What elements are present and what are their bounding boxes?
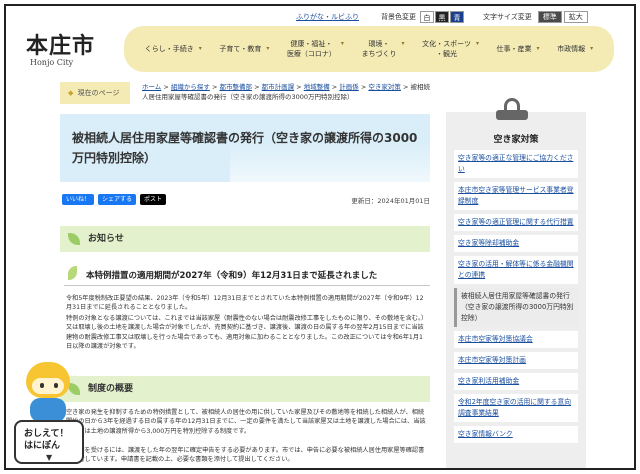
overview-heading: 制度の概要 <box>60 376 430 402</box>
page-frame: 本庄市 Honjo City ふりがな・ルビふり 背景色変更 白 黒 青 文字サ… <box>4 4 636 470</box>
breadcrumb-link[interactable]: 都市整備部 <box>220 83 253 91</box>
overview-paragraph-1: 空き家の発生を抑制するための特例措置として、被相続人の居住の用に供していた家屋及… <box>66 409 426 435</box>
facebook-like-button[interactable]: いいね！ <box>62 194 95 205</box>
bg-black-button[interactable]: 黒 <box>435 11 449 23</box>
font-standard-button[interactable]: 標準 <box>537 11 562 23</box>
sidebar-item[interactable]: 本庄市空家等対策協議会 <box>454 331 578 348</box>
sidebar-item[interactable]: 空き家情報バンク <box>454 426 578 443</box>
nav-item-health[interactable]: 健康・福祉・ 医療（コロナ） <box>287 39 344 59</box>
updated-date: 更新日：2024年01月01日 <box>351 197 430 205</box>
breadcrumb-link[interactable]: ホーム <box>142 83 161 91</box>
leaf-icon <box>68 266 77 280</box>
bubble-line-2: はにぽん <box>24 441 61 451</box>
social-buttons: いいね！ シェアする ポスト <box>62 194 167 205</box>
bg-white-button[interactable]: 白 <box>420 11 434 23</box>
sidebar-item[interactable]: 本庄市空家等対策計画 <box>454 352 578 369</box>
notice-paragraph-1: 令和5年度税制改正要望の結果、2023年（令和5年）12月31日までとされていた… <box>66 295 424 312</box>
x-post-button[interactable]: ポスト <box>140 194 167 205</box>
pin-icon: ◆ <box>68 89 74 97</box>
current-page-label: 現在のページ <box>77 89 120 97</box>
notice-heading: お知らせ <box>60 226 430 252</box>
nav-item-environment[interactable]: 環境・ まちづくり <box>362 39 405 59</box>
breadcrumb-link[interactable]: 空き家対策 <box>368 83 401 91</box>
sidebar-item[interactable]: 空き家等除却補助金 <box>454 235 578 252</box>
mascot-haniponn[interactable] <box>12 358 82 428</box>
furigana-link[interactable]: ふりがな・ルビふり <box>296 12 359 22</box>
notice-paragraph-2: 特例の対象となる譲渡については、これまでは当該家屋（耐震性のない場合は耐震改修工… <box>66 315 428 351</box>
notice-subheading-text: 本特例措置の適用期間が2027年（令和9）年12月31日まで延長されました <box>86 271 378 281</box>
bg-blue-button[interactable]: 青 <box>450 11 464 23</box>
notice-subheading: 本特例措置の適用期間が2027年（令和9）年12月31日まで延長されました <box>64 264 430 286</box>
sidebar-item[interactable]: 空き家等の適正な管理にご協力ください <box>454 150 578 178</box>
site-header: 本庄市 Honjo City ふりがな・ルビふり 背景色変更 白 黒 青 文字サ… <box>6 6 634 78</box>
leaf-icon <box>68 233 80 245</box>
facebook-share-button[interactable]: シェアする <box>98 194 137 205</box>
sidebar-list: 空き家等の適正な管理にご協力ください 本庄市空き家等管理サービス事業者登録制度 … <box>454 150 578 447</box>
bg-color-label: 背景色変更 <box>381 13 416 21</box>
sidebar-item[interactable]: 空き家等の適正管理に関する代行措置 <box>454 214 578 231</box>
nav-item-living[interactable]: くらし・手続き <box>145 44 202 54</box>
sidebar-item[interactable]: 空き家の活用・解体等に係る金融機関との連携 <box>454 256 578 284</box>
sidebar-item[interactable]: 本庄市空き家等管理サービス事業者登録制度 <box>454 182 578 210</box>
breadcrumb-link[interactable]: 都市計画課 <box>262 83 295 91</box>
current-page-tag: ◆ 現在のページ <box>60 82 130 104</box>
bubble-line-1: おしえて！ <box>24 429 69 439</box>
utility-bar: ふりがな・ルビふり 背景色変更 白 黒 青 文字サイズ変更 標準 拡大 <box>296 10 624 24</box>
sidebar-item[interactable]: 令和2年度空き家の活用に関する意向調査事業結果 <box>454 394 578 422</box>
font-large-button[interactable]: 拡大 <box>563 11 588 23</box>
breadcrumb: ホーム > 組織から探す > 都市整備部 > 都市計画課 > 地域整備 > 計画… <box>142 83 430 101</box>
nav-item-culture[interactable]: 文化・スポーツ ・観光 <box>422 39 479 59</box>
city-skyline-decoration <box>230 142 430 182</box>
nav-item-childcare[interactable]: 子育て・教育 <box>219 44 269 54</box>
overview-heading-text: 制度の概要 <box>88 384 134 394</box>
chevron-down-icon: ▼ <box>46 453 53 462</box>
logo-main: 本庄市 <box>26 33 96 59</box>
font-size-label: 文字サイズ変更 <box>483 13 532 21</box>
site-logo[interactable]: 本庄市 Honjo City <box>26 28 95 67</box>
sidebar-title: 空き家対策 <box>493 135 539 145</box>
breadcrumb-link[interactable]: 地域整備 <box>304 83 330 91</box>
mascot-chat-bubble[interactable]: おしえて！ はにぽん ▼ <box>14 420 84 464</box>
nav-item-business[interactable]: 仕事・産業 <box>497 44 540 54</box>
sidebar-item-current: 被相続人居住用家屋等確認書の発行（空き家の譲渡所得の3000万円特別控除） <box>454 288 578 327</box>
clip-icon <box>496 98 528 122</box>
breadcrumb-link[interactable]: 組織から探す <box>171 83 210 91</box>
breadcrumb-link[interactable]: 計画係 <box>339 83 359 91</box>
global-nav: くらし・手続き 子育て・教育 健康・福祉・ 医療（コロナ） 環境・ まちづくり … <box>124 26 614 72</box>
notice-heading-text: お知らせ <box>88 234 124 244</box>
sidebar-item[interactable]: 空き家利活用補助金 <box>454 373 578 390</box>
title-banner: 被相続人居住用家屋等確認書の発行（空き家の譲渡所得の3000万円特別控除） <box>60 114 430 182</box>
overview-paragraph-2: 本特例を受けるには、譲渡をした年の翌年に確定申告をする必要があります。市では、申… <box>66 447 425 464</box>
nav-item-city-info[interactable]: 市政情報 <box>557 44 593 54</box>
